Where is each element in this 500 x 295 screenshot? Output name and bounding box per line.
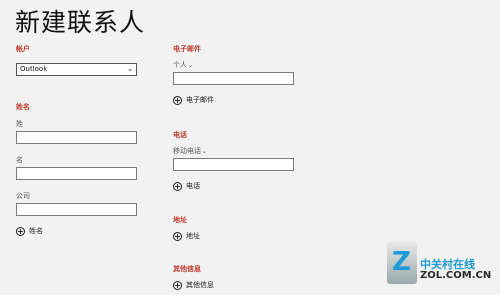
surname-input[interactable] — [16, 131, 137, 144]
add-phone-button[interactable]: + 电话 — [173, 181, 200, 191]
other-info-section-label: 其他信息 — [173, 265, 201, 273]
given-name-input[interactable] — [16, 167, 137, 180]
name-section-label: 姓名 — [16, 103, 30, 111]
add-other-info-label: 其他信息 — [186, 281, 214, 289]
zol-watermark: Z 中关村在线 ZOL.COM.CN — [387, 242, 497, 292]
plus-icon: + — [173, 280, 182, 290]
add-other-info-button[interactable]: + 其他信息 — [173, 280, 214, 290]
chevron-down-icon: ⌄ — [188, 62, 194, 69]
plus-icon: + — [173, 231, 182, 241]
zol-logo-icon: Z — [387, 242, 417, 284]
add-address-label: 地址 — [186, 232, 200, 240]
phone-input[interactable] — [173, 158, 294, 171]
add-email-label: 电子邮件 — [186, 96, 214, 104]
phone-type-label: 移动电话 — [173, 147, 201, 155]
email-section-label: 电子邮件 — [173, 45, 201, 53]
plus-icon: + — [16, 226, 25, 236]
email-type-dropdown[interactable]: 个人⌄ — [173, 60, 193, 70]
add-name-label: 姓名 — [29, 227, 43, 235]
add-name-button[interactable]: + 姓名 — [16, 226, 43, 236]
email-type-label: 个人 — [173, 61, 187, 69]
given-name-label: 名 — [16, 156, 23, 164]
add-email-button[interactable]: + 电子邮件 — [173, 95, 214, 105]
email-input[interactable] — [173, 72, 294, 85]
account-section-label: 帐户 — [16, 45, 30, 53]
phone-type-dropdown[interactable]: 移动电话⌄ — [173, 146, 207, 156]
add-phone-label: 电话 — [186, 182, 200, 190]
surname-label: 姓 — [16, 120, 23, 128]
address-section-label: 地址 — [173, 216, 187, 224]
phone-section-label: 电话 — [173, 131, 187, 139]
company-input[interactable] — [16, 203, 137, 216]
zol-logo-letter: Z — [392, 247, 411, 277]
chevron-down-icon: ⌄ — [127, 65, 133, 73]
company-label: 公司 — [16, 192, 30, 200]
chevron-down-icon: ⌄ — [202, 148, 208, 155]
page-title: 新建联系人 — [15, 8, 146, 37]
account-select-value: Outlook — [20, 65, 48, 73]
zol-watermark-url: ZOL.COM.CN — [420, 270, 492, 281]
add-address-button[interactable]: + 地址 — [173, 231, 200, 241]
plus-icon: + — [173, 181, 182, 191]
plus-icon: + — [173, 95, 182, 105]
account-select[interactable]: Outlook ⌄ — [16, 63, 137, 76]
